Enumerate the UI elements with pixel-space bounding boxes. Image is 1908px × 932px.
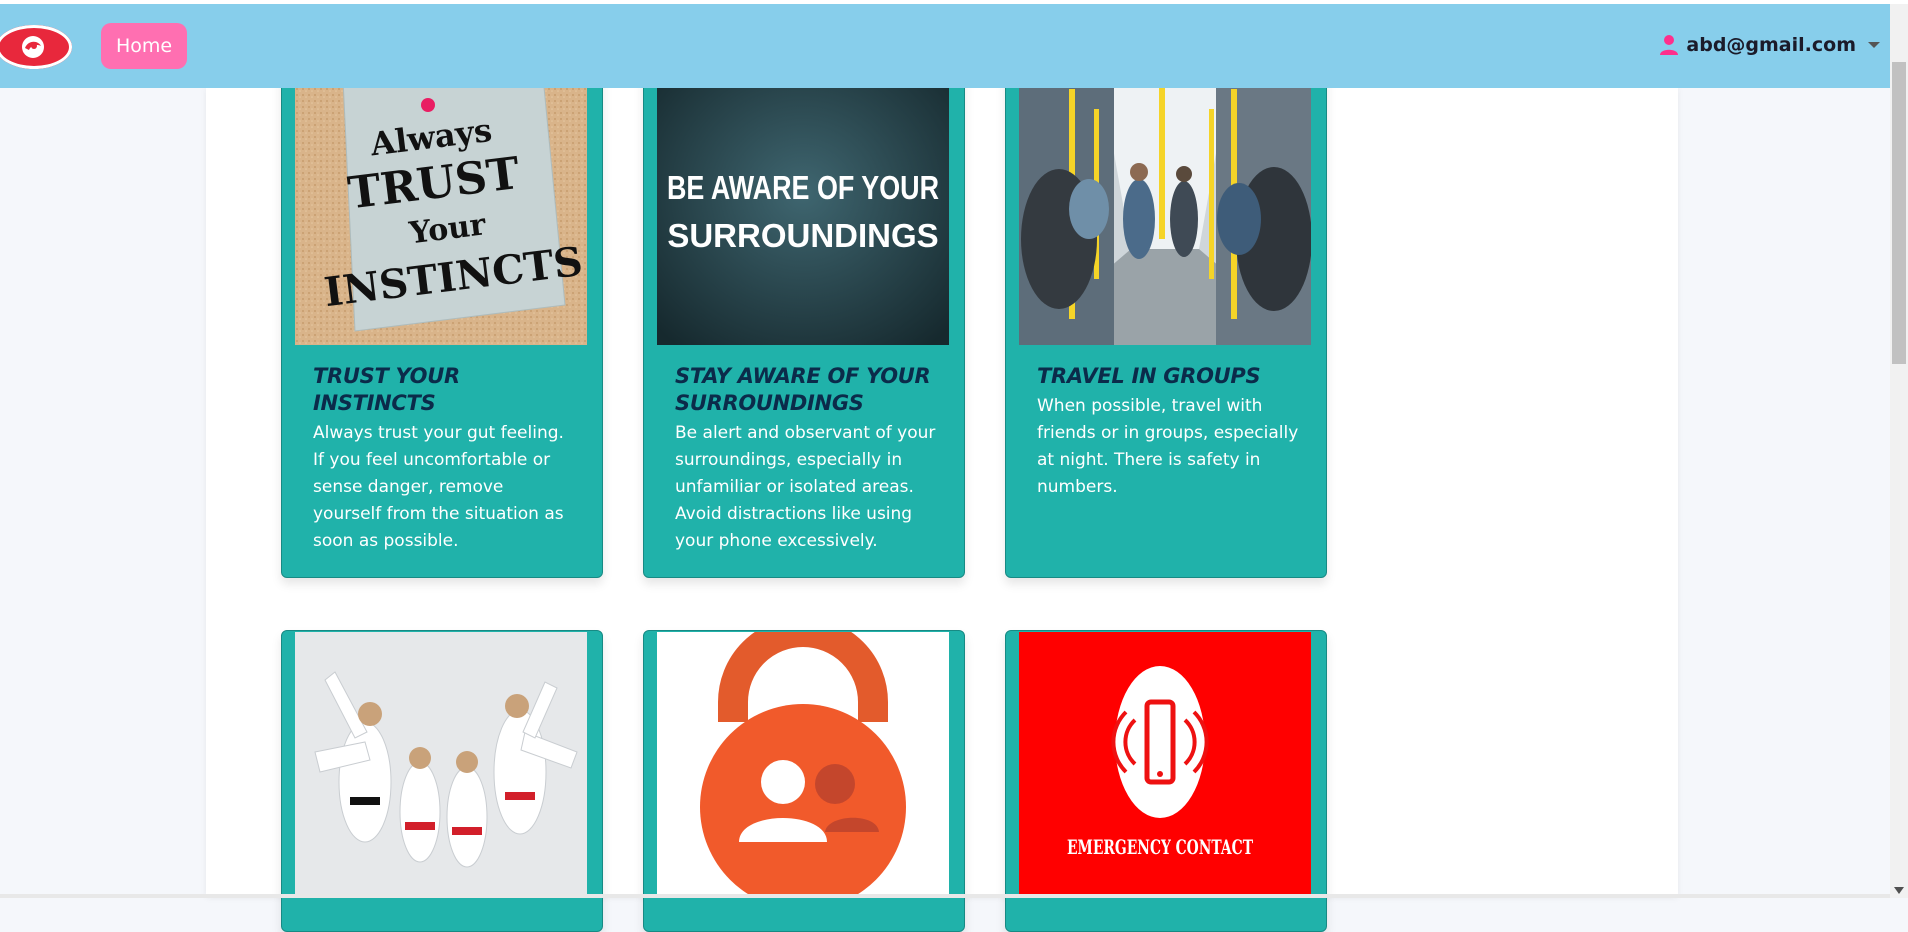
card-image: Always TRUST Your INSTINCTS xyxy=(295,69,587,345)
home-button[interactable]: Home xyxy=(101,23,187,69)
tip-card: TRAVEL IN GROUPS When possible, travel w… xyxy=(1005,68,1327,578)
emergency-phone-icon: EMERGENCY CONTACT xyxy=(1019,632,1311,896)
tip-card: BE AWARE OF YOUR SURROUNDINGS STAY AWARE… xyxy=(643,68,965,578)
privacy-lock-icon xyxy=(657,632,949,896)
card-title: TRAVEL IN GROUPS xyxy=(1037,364,1261,388)
image-text: BE AWARE OF YOUR xyxy=(667,169,939,206)
user-email: abd@gmail.com xyxy=(1686,34,1856,56)
card-image xyxy=(1019,69,1311,345)
card-description: Always trust your gut feeling. If you fe… xyxy=(313,423,564,551)
tip-card xyxy=(643,630,965,932)
tip-card: EMERGENCY CONTACT xyxy=(1005,630,1327,932)
image-text: SURROUNDINGS xyxy=(667,217,938,254)
chevron-down-icon xyxy=(1868,42,1880,48)
card-description: Be alert and observant of your surroundi… xyxy=(675,423,936,551)
brand-logo[interactable] xyxy=(0,25,72,69)
card-title: STAY AWARE OF YOUR SURROUNDINGS xyxy=(675,364,931,415)
tip-card: Always TRUST Your INSTINCTS TRUST YOUR I… xyxy=(281,68,603,578)
card-description: When possible, travel with friends or in… xyxy=(1037,396,1299,497)
main-content: Always TRUST Your INSTINCTS TRUST YOUR I… xyxy=(206,68,1678,932)
image-text: EMERGENCY CONTACT xyxy=(1067,835,1253,859)
card-image: BE AWARE OF YOUR SURROUNDINGS xyxy=(657,69,949,345)
navbar: Home abd@gmail.com xyxy=(0,4,1890,88)
scrollbar-thumb[interactable] xyxy=(1892,62,1906,364)
user-menu-dropdown[interactable]: abd@gmail.com xyxy=(1660,30,1880,60)
logo-emblem-icon xyxy=(22,36,44,58)
user-icon xyxy=(1660,35,1679,55)
vertical-scrollbar[interactable] xyxy=(1890,4,1908,898)
bottom-edge xyxy=(0,894,1890,898)
card-image xyxy=(295,632,587,896)
card-image: EMERGENCY CONTACT xyxy=(1019,632,1311,896)
scroll-down-arrow-icon[interactable] xyxy=(1894,887,1904,894)
card-title: TRUST YOUR INSTINCTS xyxy=(313,364,460,415)
tip-card xyxy=(281,630,603,932)
card-image xyxy=(657,632,949,896)
